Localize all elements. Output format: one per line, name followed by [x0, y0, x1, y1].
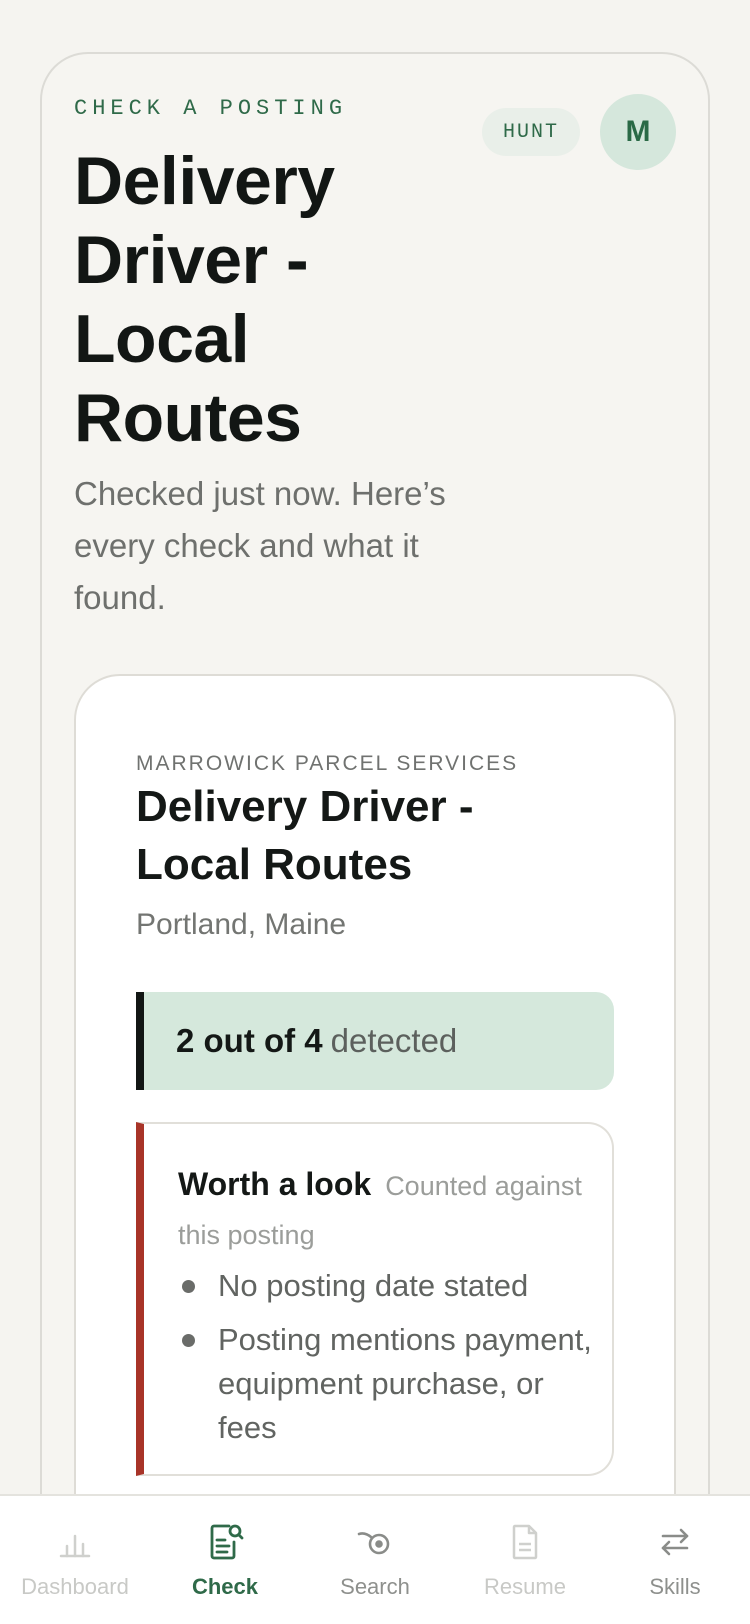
flag-card: Worth a look Counted against this posting… [136, 1122, 614, 1476]
flag-list: No posting date stated Posting mentions … [178, 1264, 598, 1460]
page-eyebrow: CHECK A POSTING [74, 96, 348, 121]
detection-summary: 2 out of 4 detected [136, 992, 614, 1090]
tab-label: Resume [484, 1574, 566, 1599]
avatar[interactable]: M [600, 94, 676, 170]
detection-word: detected [330, 1022, 458, 1059]
document-icon [512, 1524, 538, 1560]
swap-arrows-icon [661, 1528, 689, 1556]
page-subtitle: Checked just now. Here’s every check and… [74, 475, 446, 616]
detection-count: 2 out of 4 [176, 1022, 323, 1059]
flag-item: No posting date stated [178, 1264, 598, 1308]
job-title: Delivery Driver - Local Routes [136, 782, 474, 889]
tab-label: Dashboard [21, 1574, 129, 1599]
flag-header: Worth a look Counted against this posting [178, 1162, 598, 1262]
flag-item-text: Posting mentions payment, equipment purc… [218, 1322, 592, 1445]
bottom-tab-bar: Dashboard Check Search Resume Skills [0, 1494, 750, 1624]
tab-label: Search [340, 1574, 410, 1599]
bar-chart-icon [59, 1534, 91, 1558]
tab-label: Check [191, 1574, 259, 1599]
tab-label: Skills [649, 1574, 701, 1599]
flag-item-text: No posting date stated [218, 1268, 529, 1303]
bullet-icon [182, 1280, 195, 1293]
bullet-icon [182, 1334, 195, 1347]
job-location: Portland, Maine [136, 908, 347, 941]
document-search-icon [210, 1524, 244, 1560]
flag-item: Posting mentions payment, equipment purc… [178, 1318, 598, 1450]
tab-search[interactable]: Search [300, 1496, 450, 1624]
flag-title: Worth a look [178, 1166, 372, 1202]
tab-dashboard[interactable]: Dashboard [0, 1496, 150, 1624]
radar-icon [357, 1532, 390, 1555]
tab-resume[interactable]: Resume [450, 1496, 600, 1624]
tab-check[interactable]: Check [150, 1496, 300, 1624]
tab-skills[interactable]: Skills [600, 1496, 750, 1624]
page-title: Delivery Driver - Local Routes [74, 143, 335, 456]
hunt-badge[interactable]: HUNT [482, 108, 580, 156]
company-name: MARROWICK PARCEL SERVICES [136, 752, 519, 775]
